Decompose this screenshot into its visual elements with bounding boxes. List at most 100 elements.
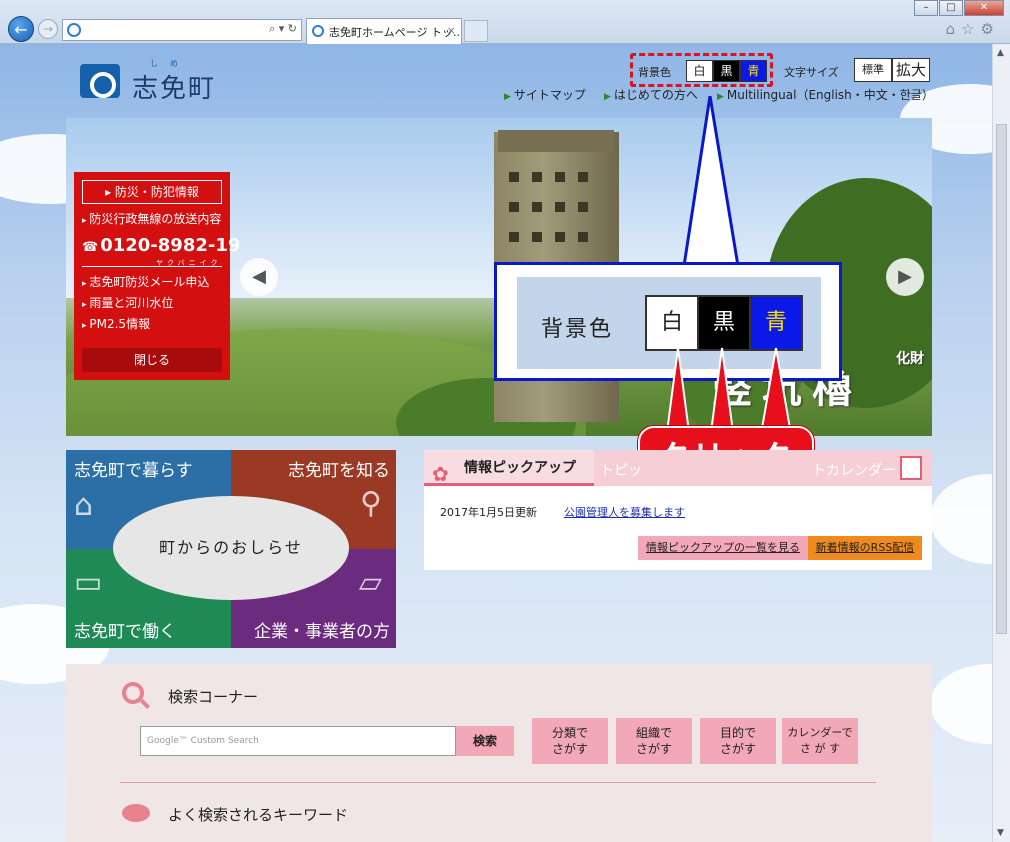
- tower-window: [555, 202, 565, 212]
- browser-chrome: – □ ✕ ← → ⌕ ▾ ↻ 志免町ホームページ トッ... × ⌂☆⚙: [0, 0, 1010, 44]
- emergency-header-button[interactable]: ▸ 防災・防犯情報: [82, 180, 222, 204]
- freedial-icon: ☎: [82, 240, 99, 255]
- rss-button[interactable]: 新着情報のRSS配信: [808, 536, 922, 560]
- zoom-bg-black: 黒: [697, 295, 751, 351]
- search-by-purpose-button[interactable]: 目的で さがす: [700, 718, 776, 764]
- btn-line1: 組織で: [635, 726, 672, 740]
- laptop-icon: ▱: [358, 565, 382, 600]
- emergency-link-mail[interactable]: 志免町防災メール申込: [82, 273, 222, 290]
- btn-line1: 目的で: [719, 726, 756, 740]
- tower-window: [509, 232, 519, 242]
- emergency-link-broadcast[interactable]: 防災行政無線の放送内容: [82, 210, 222, 227]
- btn-line2: さがす: [635, 742, 672, 756]
- search-by-organization-button[interactable]: 組織で さがす: [616, 718, 692, 764]
- divider: [120, 782, 876, 783]
- scroll-up-icon[interactable]: ▲: [997, 48, 1004, 58]
- window-close-button[interactable]: ✕: [964, 0, 1004, 16]
- tile-know-label: 志免町を知る: [288, 461, 390, 481]
- town-news-button[interactable]: 町からのおしらせ: [113, 496, 349, 600]
- scroll-thumb[interactable]: [996, 124, 1007, 634]
- home-icon[interactable]: ⌂: [946, 20, 962, 38]
- search-corner-title: 検索コーナー: [168, 688, 259, 706]
- triangle-icon: ▶: [504, 92, 511, 102]
- address-bar[interactable]: ⌕ ▾ ↻: [62, 19, 302, 41]
- search-by-category-button[interactable]: 分類で さがす: [532, 718, 608, 764]
- search-corner: 検索コーナー Google™ Custom Search 検索 分類でさがす 組…: [66, 664, 932, 842]
- tab-info-pickup[interactable]: ✿ 情報ピックアップ: [424, 450, 594, 486]
- gear-icon[interactable]: ⚙: [981, 20, 1000, 38]
- new-tab-button[interactable]: [464, 20, 488, 42]
- back-button[interactable]: ←: [8, 16, 34, 42]
- tower-window: [578, 232, 588, 242]
- news-date: 2017年1月5日更新: [440, 506, 537, 519]
- btn-line1: カレンダーで: [787, 726, 853, 739]
- tower-window: [555, 172, 565, 182]
- page-viewport: しめ 志免町 背景色 白 黒 青 文字サイズ 標準 拡大 ▶ サイトマップ ▶ はじ…: [0, 44, 992, 842]
- info-pickup-panel: ✿ 情報ピックアップ トピッ トカレンダー 2017年1月5日更新 公園管理人を…: [424, 450, 932, 570]
- browser-tab[interactable]: 志免町ホームページ トッ... ×: [306, 18, 462, 44]
- tower-window: [555, 232, 565, 242]
- tile-work-label: 志免町で働く: [74, 622, 176, 642]
- favorites-star-icon[interactable]: ☆: [961, 20, 980, 38]
- triangle-icon: ▶: [604, 92, 611, 102]
- emergency-tel: ☎ 0120-8982-19: [82, 235, 240, 256]
- search-icon: [122, 682, 144, 704]
- search-input[interactable]: Google™ Custom Search: [140, 726, 456, 756]
- tower-window: [509, 202, 519, 212]
- tower-window: [578, 172, 588, 182]
- link-text: Multilingual（English・中文・한글）: [726, 88, 934, 102]
- emergency-close-button[interactable]: 閉じる: [82, 348, 222, 372]
- mine-tower-top: [498, 130, 614, 152]
- emergency-header-label: 防災・防犯情報: [114, 185, 199, 199]
- tower-window: [509, 172, 519, 182]
- keyword-title: よく検索されるキーワード: [168, 806, 349, 824]
- search-button[interactable]: 検索: [456, 726, 514, 756]
- font-standard-button[interactable]: 標準: [854, 58, 892, 82]
- vertical-scrollbar[interactable]: ▲ ▼: [992, 44, 1010, 842]
- tower-window: [532, 172, 542, 182]
- tile-business-label: 企業・事業者の方: [254, 622, 390, 642]
- callout-pointer: [682, 96, 740, 268]
- address-controls-icon[interactable]: ⌕ ▾ ↻: [269, 22, 297, 36]
- news-link[interactable]: 公園管理人を募集します: [564, 504, 685, 520]
- scroll-down-icon[interactable]: ▼: [997, 828, 1004, 838]
- site-logo[interactable]: 志免町: [132, 68, 216, 105]
- pickup-list-button[interactable]: 情報ピックアップの一覧を見る: [638, 536, 808, 560]
- prev-slide-button[interactable]: ◀: [240, 258, 278, 296]
- link-text: サイトマップ: [513, 88, 586, 102]
- font-large-button[interactable]: 拡大: [892, 58, 930, 82]
- calendar-icon[interactable]: [900, 456, 922, 480]
- btn-line1: 分類で: [551, 726, 588, 740]
- btn-line2: さ が す: [800, 742, 840, 755]
- tower-window: [532, 202, 542, 212]
- tab-event-calendar[interactable]: トカレンダー: [812, 460, 896, 480]
- tab-info-pickup-label: 情報ピックアップ: [464, 460, 576, 476]
- emergency-link-pm25[interactable]: PM2.5情報: [82, 315, 222, 332]
- cloud-decoration: [930, 474, 992, 564]
- zoom-bg-blue: 青: [749, 295, 803, 351]
- chat-bubble-icon: [122, 804, 150, 822]
- ie-icon: [67, 23, 81, 37]
- tel-ruby: ヤクバニイク: [156, 259, 222, 267]
- town-emblem-icon[interactable]: [80, 64, 120, 98]
- search-by-calendar-button[interactable]: カレンダーでさ が す: [782, 718, 858, 764]
- flower-icon: ✿: [432, 462, 449, 486]
- maximize-button[interactable]: □: [939, 0, 963, 16]
- cloud-decoration: [930, 664, 992, 744]
- emergency-link-rain[interactable]: 雨量と河川水位: [82, 294, 222, 311]
- forward-button[interactable]: →: [38, 19, 58, 39]
- browser-tab-title: 志免町ホームページ トッ...: [329, 26, 462, 39]
- header-link-sitemap[interactable]: ▶ サイトマップ: [504, 86, 586, 103]
- tab-topics[interactable]: トピッ: [600, 460, 642, 480]
- btn-line2: さがす: [551, 742, 588, 756]
- tower-window: [578, 202, 588, 212]
- tab-close-icon[interactable]: ×: [447, 24, 456, 37]
- next-slide-button[interactable]: ▶: [886, 258, 924, 296]
- zoom-bg-label: 背景色: [541, 317, 614, 342]
- toolbar-icons[interactable]: ⌂☆⚙: [946, 20, 1000, 38]
- emergency-panel: ▸ 防災・防犯情報 防災行政無線の放送内容 ヤクバニイク ☎0120-8982-…: [74, 172, 240, 380]
- font-size-label: 文字サイズ: [784, 66, 839, 79]
- minimize-button[interactable]: –: [914, 0, 938, 16]
- briefcase-icon: ▭: [74, 565, 103, 600]
- ie-icon: [312, 25, 324, 37]
